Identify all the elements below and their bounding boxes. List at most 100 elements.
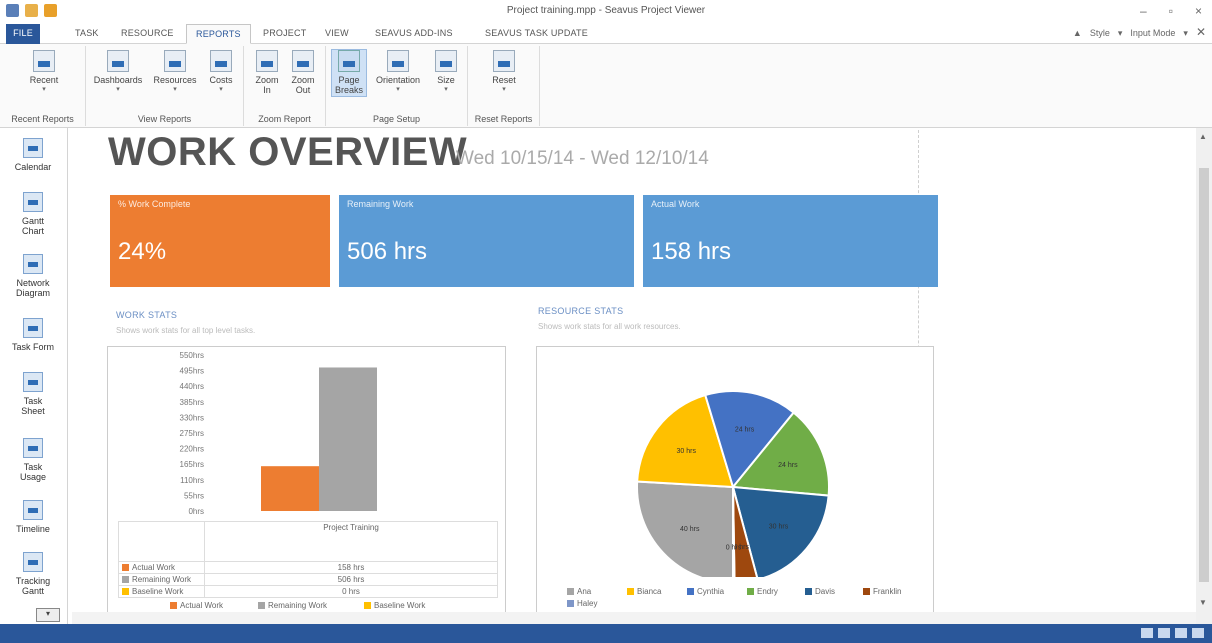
view-task-sheet[interactable]: Task Sheet bbox=[2, 372, 64, 416]
button-label: Orientation bbox=[375, 75, 421, 85]
tab-reports[interactable]: REPORTS bbox=[186, 24, 251, 44]
kpi-value: 158 hrs bbox=[651, 238, 732, 265]
team-planner-view-icon[interactable] bbox=[1175, 628, 1187, 638]
network-diagram-icon bbox=[23, 254, 43, 274]
gantt-view-icon[interactable] bbox=[1141, 628, 1153, 638]
group-reset-reports: Reset ▾ Reset Reports bbox=[468, 46, 540, 126]
collapse-ribbon-icon[interactable]: ▲ bbox=[1073, 28, 1082, 39]
zoom-in-icon bbox=[256, 50, 278, 72]
tab-project[interactable]: PROJECT bbox=[254, 24, 315, 44]
legend-label: Haley bbox=[577, 599, 598, 608]
tab-resource[interactable]: RESOURCE bbox=[112, 24, 183, 44]
kpi-label: Actual Work bbox=[651, 199, 700, 209]
view-gantt-chart[interactable]: Gantt Chart bbox=[2, 192, 64, 236]
dashboards-button[interactable]: Dashboards ▾ bbox=[90, 50, 146, 95]
view-task-usage[interactable]: Task Usage bbox=[2, 438, 64, 482]
tracking-gantt-icon bbox=[23, 552, 43, 572]
vertical-scrollbar[interactable]: ▲ ▼ bbox=[1196, 128, 1212, 624]
view-label: Task bbox=[23, 396, 43, 406]
legend-label: Cynthia bbox=[697, 587, 725, 596]
window-controls: – ▫ × bbox=[1140, 4, 1202, 18]
button-label: Recent bbox=[29, 75, 59, 85]
report-view-icon[interactable] bbox=[1192, 628, 1204, 638]
zoom-out-button[interactable]: Zoom Out bbox=[286, 50, 320, 95]
app-window: Project training.mpp - Seavus Project Vi… bbox=[0, 0, 1212, 643]
reset-icon bbox=[493, 50, 515, 72]
size-button[interactable]: Size ▾ bbox=[430, 50, 462, 95]
tab-seavus-add-ins[interactable]: SEAVUS ADD-INS bbox=[366, 24, 462, 44]
legend-swatch bbox=[567, 600, 574, 608]
dropdown-icon[interactable]: ▾ bbox=[1183, 28, 1188, 39]
reset-button[interactable]: Reset ▾ bbox=[486, 50, 522, 95]
minimize-icon[interactable]: – bbox=[1140, 4, 1147, 18]
legend-baseline-work: Baseline Work bbox=[364, 601, 425, 610]
bar-remaining-work bbox=[319, 367, 377, 511]
view-label: Usage bbox=[19, 472, 46, 482]
button-label: Reset bbox=[492, 75, 516, 85]
dashboards-icon bbox=[107, 50, 129, 72]
table-corner bbox=[118, 521, 205, 562]
resource-stats-subtitle: Shows work stats for all work resources. bbox=[538, 322, 681, 331]
table-row: Actual Work 158 hrs bbox=[118, 561, 498, 574]
slice-label-davis: 30 hrs bbox=[769, 523, 789, 530]
costs-button[interactable]: Costs ▾ bbox=[204, 50, 238, 95]
gantt-chart-icon bbox=[23, 192, 43, 212]
input-mode-menu[interactable]: Input Mode bbox=[1130, 28, 1175, 39]
ribbon-options: ▲ Style ▾ Input Mode ▾ ✕ bbox=[1073, 25, 1206, 39]
page-breaks-button[interactable]: Page Breaks bbox=[331, 49, 367, 97]
series-name: Baseline Work bbox=[132, 587, 184, 596]
close-pane-icon[interactable]: ✕ bbox=[1196, 25, 1206, 39]
zoom-in-button[interactable]: Zoom In bbox=[250, 50, 284, 95]
maximize-icon[interactable]: ▫ bbox=[1169, 4, 1173, 18]
bar-chart-svg: 550hrs 495hrs 440hrs 385hrs 330hrs 275hrs 220h… bbox=[180, 351, 377, 516]
tab-view[interactable]: VIEW bbox=[316, 24, 358, 44]
view-timeline[interactable]: Timeline bbox=[2, 500, 64, 534]
style-menu[interactable]: Style bbox=[1090, 28, 1110, 39]
task-usage-icon bbox=[23, 438, 43, 458]
dropdown-icon[interactable]: ▾ bbox=[1118, 28, 1123, 39]
button-label: In bbox=[263, 85, 271, 95]
view-network-diagram[interactable]: Network Diagram bbox=[2, 254, 64, 298]
actual-work-swatch bbox=[122, 564, 129, 572]
work-stats-subtitle: Shows work stats for all top level tasks… bbox=[116, 326, 256, 335]
resources-icon bbox=[164, 50, 186, 72]
group-page-setup: Page Breaks Orientation ▾ Size ▾ Page Se… bbox=[326, 46, 468, 126]
resources-button[interactable]: Resources ▾ bbox=[148, 50, 202, 95]
view-task-form[interactable]: Task Form bbox=[2, 318, 64, 352]
timeline-icon bbox=[23, 500, 43, 520]
y-tick-label: 220hrs bbox=[180, 445, 204, 454]
series-value: 0 hrs bbox=[204, 585, 498, 598]
recent-icon bbox=[33, 50, 55, 72]
view-label: Timeline bbox=[16, 524, 50, 534]
series-name: Actual Work bbox=[132, 563, 175, 572]
scroll-up-icon[interactable]: ▲ bbox=[1199, 132, 1207, 141]
work-stats-title: WORK STATS bbox=[116, 310, 178, 320]
more-views-button[interactable]: ▾ bbox=[36, 608, 60, 622]
title-bar: Project training.mpp - Seavus Project Vi… bbox=[0, 0, 1212, 22]
table-header-row: Project Training bbox=[118, 521, 498, 562]
chevron-down-icon: ▾ bbox=[219, 86, 223, 93]
view-calendar[interactable]: Calendar bbox=[2, 138, 64, 172]
button-label: Resources bbox=[153, 75, 197, 85]
recent-button[interactable]: Recent ▾ bbox=[22, 50, 66, 95]
task-usage-view-icon[interactable] bbox=[1158, 628, 1170, 638]
ribbon-tabs: FILE TASK RESOURCE REPORTS PROJECT VIEW … bbox=[0, 22, 1212, 44]
slice-label-cynthia: 24 hrs bbox=[735, 427, 755, 434]
orientation-button[interactable]: Orientation ▾ bbox=[370, 50, 426, 95]
legend-swatch bbox=[687, 588, 694, 596]
view-label: Task Form bbox=[11, 342, 54, 352]
tab-seavus-task-update[interactable]: SEAVUS TASK UPDATE bbox=[476, 24, 597, 44]
tab-task[interactable]: TASK bbox=[66, 24, 108, 44]
close-icon[interactable]: × bbox=[1195, 4, 1202, 18]
legend-swatch bbox=[627, 588, 634, 596]
slice-label-bianca: 30 hrs bbox=[677, 448, 697, 455]
scroll-thumb[interactable] bbox=[1199, 168, 1209, 582]
legend-label: Franklin bbox=[873, 587, 902, 596]
button-label: Size bbox=[437, 75, 455, 85]
horizontal-scrollbar[interactable] bbox=[72, 612, 1196, 624]
legend-label: Ana bbox=[577, 587, 592, 596]
window-title: Project training.mpp - Seavus Project Vi… bbox=[506, 5, 706, 16]
tab-file[interactable]: FILE bbox=[6, 24, 40, 44]
scroll-down-icon[interactable]: ▼ bbox=[1199, 598, 1207, 607]
view-tracking-gantt[interactable]: Tracking Gantt bbox=[2, 552, 64, 596]
